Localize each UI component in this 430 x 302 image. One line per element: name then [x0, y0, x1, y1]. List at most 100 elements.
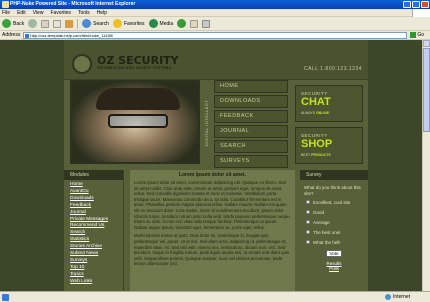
module-link[interactable]: Downloads — [70, 196, 123, 203]
home-icon — [65, 19, 74, 28]
mail-icon — [190, 19, 199, 28]
vertical-scrollbar[interactable] — [422, 40, 430, 291]
address-label: Address — [2, 32, 21, 38]
survey-option[interactable]: Good — [300, 207, 368, 217]
menu-view[interactable]: View — [33, 10, 44, 16]
nav-journal[interactable]: JOURNAL — [214, 125, 288, 138]
survey-heading: Survey — [300, 170, 368, 180]
site-header: OZ SECURITY INFORMATION AND SAFETY SYSTE… — [64, 40, 368, 80]
mail-button[interactable] — [190, 18, 199, 29]
site-container: OZ SECURITY INFORMATION AND SAFETY SYSTE… — [64, 40, 368, 291]
phone-number: CALL 1.800.123.1234 — [304, 66, 362, 72]
menu-file[interactable]: File — [2, 10, 10, 16]
print-button[interactable] — [202, 18, 211, 29]
refresh-button[interactable] — [53, 18, 62, 29]
polls-link[interactable]: Polls — [300, 266, 368, 271]
survey-option[interactable]: What the hell! — [300, 237, 368, 247]
radio-button[interactable] — [306, 200, 310, 204]
search-button[interactable]: Search — [82, 18, 109, 29]
modules-list: Home AvantGo Downloads Feedback Journal … — [64, 180, 123, 286]
nav-feedback[interactable]: FEEDBACK — [214, 110, 288, 123]
shop-sub-highlight: PRODUCTS — [311, 153, 331, 157]
radio-button[interactable] — [306, 210, 310, 214]
survey-option-label: Excellent, cool site — [313, 199, 351, 205]
nav-search[interactable]: SEARCH — [214, 140, 288, 153]
refresh-icon — [53, 19, 62, 28]
toolbar-separator — [77, 18, 79, 29]
back-label: Back — [13, 20, 25, 27]
forward-button[interactable] — [28, 18, 38, 29]
favorites-label: Favorites — [123, 20, 145, 27]
page-icon — [25, 33, 30, 38]
go-button[interactable]: Go — [410, 32, 424, 38]
media-button[interactable]: Media — [148, 18, 174, 29]
toolbar: Back Search Favorites Media — [0, 17, 430, 31]
article-title: Lorem ipsum dolor sit amet. — [179, 172, 246, 178]
security-shop-banner[interactable]: SECURITY SHOP BEST PRODUCTS — [295, 127, 363, 164]
media-icon — [148, 19, 158, 28]
article-paragraph: Lorem ipsum dolor sit amet, consectetuer… — [134, 180, 291, 230]
search-icon — [82, 19, 92, 28]
menu-tools[interactable]: Tools — [78, 10, 90, 16]
survey-option-label: The best one! — [313, 229, 341, 235]
center-content: Lorem ipsum dolor sit amet. Lorem ipsum … — [130, 170, 295, 291]
module-link[interactable]: Web Links — [70, 279, 123, 286]
address-bar: Address http://ozz.template-help.com/htm… — [0, 31, 430, 40]
survey-option[interactable]: The best one! — [300, 227, 368, 237]
modules-heading: Modules — [64, 170, 123, 180]
security-chat-banner[interactable]: SECURITY CHAT ALWAYS ONLINE — [295, 85, 363, 122]
stop-button[interactable] — [41, 18, 50, 29]
nav-surveys[interactable]: SURVEYS — [214, 155, 288, 168]
menu-help[interactable]: Help — [97, 10, 107, 16]
radio-button[interactable] — [306, 240, 310, 244]
hero-glasses — [108, 114, 168, 128]
page-viewport: OZ SECURITY INFORMATION AND SAFETY SYSTE… — [0, 40, 430, 291]
zone-label: Internet — [393, 294, 410, 300]
nav-downloads[interactable]: DOWNLOADS — [214, 95, 288, 108]
nav-home[interactable]: HOME — [214, 80, 288, 93]
vote-button[interactable]: Vote — [326, 250, 342, 257]
radio-button[interactable] — [306, 230, 310, 234]
module-link[interactable]: Submit News — [70, 251, 123, 258]
shop-sub-prefix: BEST — [301, 153, 311, 157]
survey-option[interactable]: Average — [300, 217, 368, 227]
chat-banner-title: CHAT — [301, 96, 331, 108]
menu-favorites[interactable]: Favorites — [50, 10, 71, 16]
module-link[interactable]: Top 10 — [70, 265, 123, 272]
menubar: File Edit View Favorites Tools Help — [0, 9, 430, 17]
modules-block: Modules Home AvantGo Downloads Feedback … — [64, 170, 124, 291]
menu-edit[interactable]: Edit — [17, 10, 26, 16]
article-paragraph: Morbi lobortis metus at justo. Duis dolo… — [134, 233, 290, 267]
media-label: Media — [159, 20, 174, 27]
window-titlebar: PHP-Nuke Powered Site - Microsoft Intern… — [0, 0, 430, 9]
radio-button[interactable] — [306, 220, 310, 224]
minimize-button[interactable] — [403, 1, 411, 8]
survey-option-label: Average — [313, 219, 330, 225]
shop-banner-title: SHOP — [301, 138, 333, 150]
module-link[interactable]: Topics — [70, 272, 123, 279]
maximize-button[interactable] — [412, 1, 420, 8]
ie-app-icon — [2, 1, 9, 8]
module-link[interactable]: Feedback — [70, 203, 123, 210]
back-button[interactable]: Back — [2, 18, 24, 29]
module-link[interactable]: Journal — [70, 210, 123, 217]
window-controls — [403, 1, 429, 8]
page-status-icon — [2, 294, 9, 301]
scroll-up-arrow[interactable] — [423, 40, 430, 47]
favorites-button[interactable]: Favorites — [112, 18, 145, 29]
history-button[interactable] — [177, 18, 187, 29]
window-title: PHP-Nuke Powered Site - Microsoft Intern… — [10, 1, 136, 7]
forward-arrow-icon — [28, 19, 38, 28]
hero-hair — [96, 88, 180, 110]
history-icon — [177, 19, 187, 28]
hero-image — [70, 80, 200, 164]
survey-option[interactable]: Excellent, cool site — [300, 197, 368, 207]
module-link[interactable]: Home — [70, 182, 123, 189]
module-link[interactable]: Surveys — [70, 258, 123, 265]
module-link[interactable]: AvantGo — [70, 189, 123, 196]
main-nav: HOME DOWNLOADS FEEDBACK JOURNAL SEARCH S… — [214, 80, 288, 170]
scroll-thumb[interactable] — [423, 48, 430, 132]
close-button[interactable] — [421, 1, 429, 8]
home-button[interactable] — [65, 18, 74, 29]
address-input[interactable]: http://ozz.template-help.com/html/nuke_1… — [23, 31, 408, 39]
